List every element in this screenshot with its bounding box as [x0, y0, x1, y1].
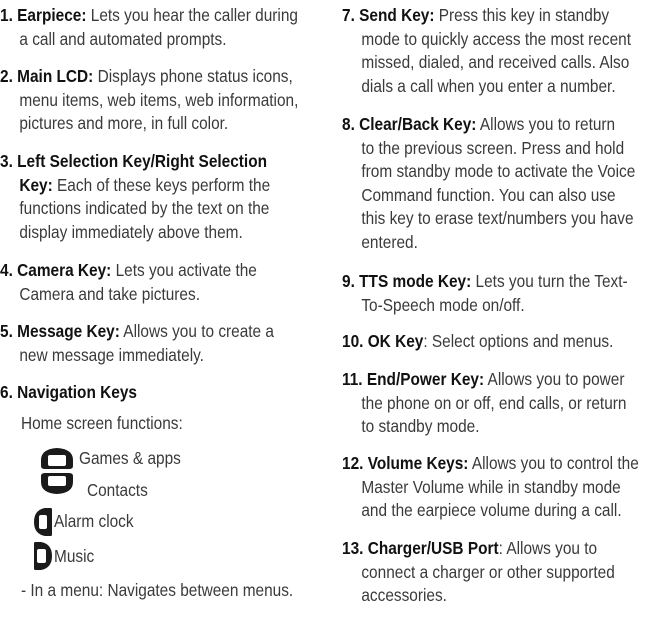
list-item-selection-keys: 3. Left Selection Key/Right Selection Ke… [0, 150, 336, 244]
item-number: 4. [0, 260, 13, 280]
item-term: Send Key: [359, 5, 435, 25]
item-term: OK Key [367, 331, 424, 351]
item-text: entered. [361, 231, 418, 252]
item-text: Command function. You can also use [361, 184, 616, 205]
nav-label: Alarm clock [54, 511, 134, 531]
item-term: Volume Keys: [367, 453, 469, 473]
item-term: Earpiece: [17, 5, 87, 25]
item-text: Lets you activate the [115, 260, 257, 280]
item-text: To-Speech mode on/off. [361, 294, 525, 315]
item-text: to standby mode. [361, 416, 480, 436]
list-item-tts-mode-key: 9. TTS mode Key: Lets you turn the Text-… [342, 270, 668, 317]
item-text: Master Volume while in standby mode [361, 476, 621, 497]
nav-label: Contacts [87, 480, 148, 500]
nav-left-key-icon [33, 507, 53, 542]
list-item-message-key: 5. Message Key: Allows you to create a n… [0, 320, 336, 367]
item-text: Allows you to control the [471, 453, 639, 473]
item-term: TTS mode Key: [359, 271, 472, 291]
list-item-camera-key: 4. Camera Key: Lets you activate the Cam… [0, 259, 336, 306]
item-text: Allows you to power [487, 369, 625, 389]
item-text: the phone on or off, end calls, or retur… [361, 392, 627, 413]
item-text: from standby mode to activate the Voice [361, 161, 636, 181]
item-term: Message Key: [17, 321, 120, 341]
item-text: Displays phone status icons, [97, 66, 293, 86]
item-term: Camera Key: [17, 260, 112, 280]
list-item-main-lcd: 2. Main LCD: Displays phone status icons… [0, 65, 336, 136]
item-text: : Allows you to [498, 538, 598, 558]
nav-label: Music [54, 546, 95, 566]
item-text: : Select options and menus. [423, 331, 614, 351]
item-text: to the previous screen. Press and hold [361, 137, 625, 158]
item-text: Lets you turn the Text- [475, 271, 628, 291]
list-item-volume-keys: 12. Volume Keys: Allows you to control t… [342, 452, 668, 523]
item-number: 10. [342, 331, 364, 351]
item-text: a call and automated prompts. [19, 28, 227, 49]
item-text: and the earpiece volume during a call. [361, 500, 622, 520]
item-text: missed, dialed, and received calls. Also [361, 52, 630, 72]
list-item-navigation-keys: 6. Navigation Keys [0, 381, 336, 405]
item-text: Camera and take pictures. [19, 283, 200, 304]
item-term: End/Power Key: [366, 369, 485, 389]
item-term: Charger/USB Port [367, 538, 499, 558]
item-number: 12. [342, 453, 364, 473]
nav-label: Games & apps [79, 448, 181, 468]
item-number: 6. [0, 382, 13, 402]
nav-up-key-icon [39, 446, 75, 475]
item-number: 5. [0, 321, 13, 341]
list-item-end-power-key: 11. End/Power Key: Allows you to power t… [342, 368, 668, 439]
item-number: 2. [0, 66, 13, 86]
item-text: Press this key in standby [438, 5, 610, 25]
list-item-send-key: 7. Send Key: Press this key in standby m… [342, 4, 668, 98]
item-text: connect a charger or other supported [361, 561, 615, 582]
item-text: functions indicated by the text on the [19, 198, 270, 218]
list-item-clear-back-key: 8. Clear/Back Key: Allows you to return … [342, 113, 668, 254]
item-text: menu items, web items, web information, [19, 89, 299, 110]
item-term: Navigation Keys [17, 382, 137, 402]
item-term: Left Selection Key/Right Selection [17, 151, 268, 171]
item-number: 13. [342, 538, 364, 558]
item-text: Allows you to create a [123, 321, 274, 341]
nav-down-key-icon [39, 472, 75, 501]
list-item-charger-usb-port: 13. Charger/USB Port: Allows you to conn… [342, 537, 668, 608]
item-text: this key to erase text/numbers you have [361, 208, 634, 228]
item-term: Key: [19, 174, 53, 195]
item-text: mode to quickly access the most recent [361, 28, 631, 49]
item-number: 7. [342, 5, 355, 25]
item-term: Main LCD: [17, 66, 94, 86]
manual-page: 1. Earpiece: Lets you hear the caller du… [0, 0, 672, 625]
item-text: display immediately above them. [19, 221, 243, 242]
item-number: 1. [0, 5, 13, 25]
list-item-earpiece: 1. Earpiece: Lets you hear the caller du… [0, 4, 336, 51]
nav-right-key-icon [33, 541, 53, 576]
item-text: Each of these keys perform the [57, 174, 271, 195]
item-number: 9. [342, 271, 355, 291]
item-number: 8. [342, 114, 355, 134]
list-item-ok-key: 10. OK Key: Select options and menus. [342, 330, 668, 354]
item-text: dials a call when you enter a number. [361, 75, 616, 96]
item-text: new message immediately. [19, 344, 204, 365]
item-text: pictures and more, in full color. [19, 113, 229, 133]
nav-menu-note: - In a menu: Navigates between menus. [21, 580, 294, 600]
nav-intro: Home screen functions: [21, 413, 183, 433]
item-text: Allows you to return [479, 114, 616, 134]
item-number: 11. [342, 369, 363, 389]
item-text: accessories. [361, 585, 447, 605]
item-number: 3. [0, 151, 13, 171]
item-text: Lets you hear the caller during [90, 5, 298, 25]
item-term: Clear/Back Key: [359, 114, 477, 134]
